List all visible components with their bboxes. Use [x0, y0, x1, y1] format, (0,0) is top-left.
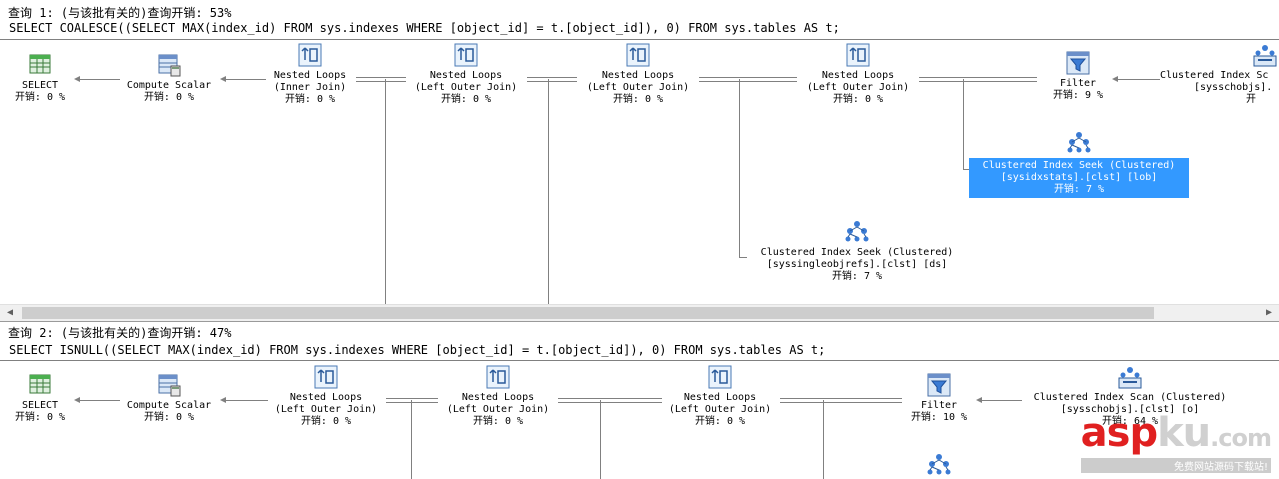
- query2-plan-pane: 查询 2: (与该批有关的)查询开销: 47% SELECT ISNULL((S…: [0, 322, 1279, 479]
- connector: [548, 79, 549, 305]
- nested-loops-icon: [454, 43, 478, 67]
- site-watermark: aspku.com 免费网站源码下载站!: [1080, 410, 1272, 473]
- query1-sql: SELECT COALESCE((SELECT MAX(index_id) FR…: [9, 21, 840, 35]
- query2-sql: SELECT ISNULL((SELECT MAX(index_id) FROM…: [9, 343, 826, 357]
- select-icon: [29, 54, 51, 74]
- plan-node-select[interactable]: SELECT 开销: 0 %: [10, 52, 70, 104]
- arrow-icon: [74, 397, 80, 403]
- arrow-icon: [220, 76, 226, 82]
- connector: [385, 79, 386, 305]
- scroll-right-icon[interactable]: ▶: [1261, 305, 1277, 321]
- nested-loops-icon: [708, 365, 732, 389]
- query2-header: 查询 2: (与该批有关的)查询开销: 47%: [8, 326, 232, 340]
- filter-icon: [1066, 51, 1090, 75]
- plan-node-clustered-index-seek-selected[interactable]: Clustered Index Seek (Clustered) [sysidx…: [969, 130, 1189, 198]
- query1-plan-pane: 查询 1: (与该批有关的)查询开销: 53% SELECT COALESCE(…: [0, 0, 1279, 322]
- arrow-icon: [976, 397, 982, 403]
- arrow-icon: [220, 397, 226, 403]
- connector: [76, 400, 120, 401]
- connector: [739, 257, 747, 258]
- connector: [386, 398, 438, 403]
- query1-header: 查询 1: (与该批有关的)查询开销: 53%: [8, 6, 232, 20]
- nested-loops-icon: [846, 43, 870, 67]
- connector: [222, 400, 268, 401]
- clustered-index-scan-icon: [1118, 367, 1142, 389]
- plan-node-nested-loops-2[interactable]: Nested Loops (Left Outer Join) 开销: 0 %: [406, 42, 526, 106]
- connector: [411, 400, 412, 479]
- watermark-subtitle: 免费网站源码下载站!: [1080, 458, 1271, 473]
- divider: [0, 39, 1279, 40]
- connector: [978, 400, 1022, 401]
- plan-node-filter[interactable]: Filter 开销: 9 %: [1040, 50, 1116, 102]
- connector: [600, 400, 601, 479]
- nested-loops-icon: [486, 365, 510, 389]
- plan-node-compute-scalar[interactable]: Compute Scalar 开销: 0 %: [118, 52, 220, 104]
- nested-loops-icon: [626, 43, 650, 67]
- connector: [222, 79, 266, 80]
- compute-scalar-icon: [158, 54, 181, 77]
- select-icon: [29, 374, 51, 394]
- nested-loops-icon: [314, 365, 338, 389]
- scrollbar-thumb[interactable]: [22, 307, 1154, 319]
- plan-node-filter[interactable]: Filter 开销: 10 %: [902, 372, 976, 424]
- connector: [76, 79, 120, 80]
- horizontal-scrollbar[interactable]: ◀ ▶: [0, 304, 1279, 321]
- watermark-logo: aspku.com: [1080, 410, 1272, 456]
- plan-node-clustered-index-seek-partial[interactable]: [924, 452, 954, 479]
- plan-node-nested-loops-3[interactable]: Nested Loops (Left Outer Join) 开销: 0 %: [660, 364, 780, 428]
- filter-icon: [927, 373, 951, 397]
- scroll-left-icon[interactable]: ◀: [2, 305, 18, 321]
- plan-node-nested-loops-2[interactable]: Nested Loops (Left Outer Join) 开销: 0 %: [438, 364, 558, 428]
- connector: [558, 398, 662, 403]
- connector: [739, 79, 740, 257]
- clustered-index-seek-icon: [1067, 132, 1091, 153]
- connector: [963, 79, 964, 169]
- connector: [919, 77, 1037, 82]
- plan-node-nested-loops-3[interactable]: Nested Loops (Left Outer Join) 开销: 0 %: [578, 42, 698, 106]
- plan-node-nested-loops-1[interactable]: Nested Loops (Left Outer Join) 开销: 0 %: [266, 364, 386, 428]
- plan-node-clustered-index-seek-2[interactable]: Clustered Index Seek (Clustered) [syssin…: [748, 219, 966, 283]
- clustered-index-seek-icon: [845, 221, 869, 242]
- plan-node-compute-scalar[interactable]: Compute Scalar 开销: 0 %: [118, 372, 220, 424]
- connector: [356, 77, 406, 82]
- connector: [823, 400, 824, 479]
- plan-node-select[interactable]: SELECT 开销: 0 %: [10, 372, 70, 424]
- clustered-index-seek-icon: [927, 454, 951, 475]
- nested-loops-icon: [298, 43, 322, 67]
- connector: [780, 398, 902, 403]
- clustered-index-scan-icon: [1253, 45, 1277, 67]
- connector: [1114, 79, 1160, 80]
- plan-node-nested-loops-1[interactable]: Nested Loops (Inner Join) 开销: 0 %: [262, 42, 358, 106]
- divider: [0, 360, 1279, 361]
- connector: [699, 77, 797, 82]
- arrow-icon: [74, 76, 80, 82]
- plan-node-clustered-index-scan[interactable]: Clustered Index Sc [sysschobjs]. 开: [1160, 42, 1279, 106]
- connector: [527, 77, 577, 82]
- compute-scalar-icon: [158, 374, 181, 397]
- plan-node-nested-loops-4[interactable]: Nested Loops (Left Outer Join) 开销: 0 %: [798, 42, 918, 106]
